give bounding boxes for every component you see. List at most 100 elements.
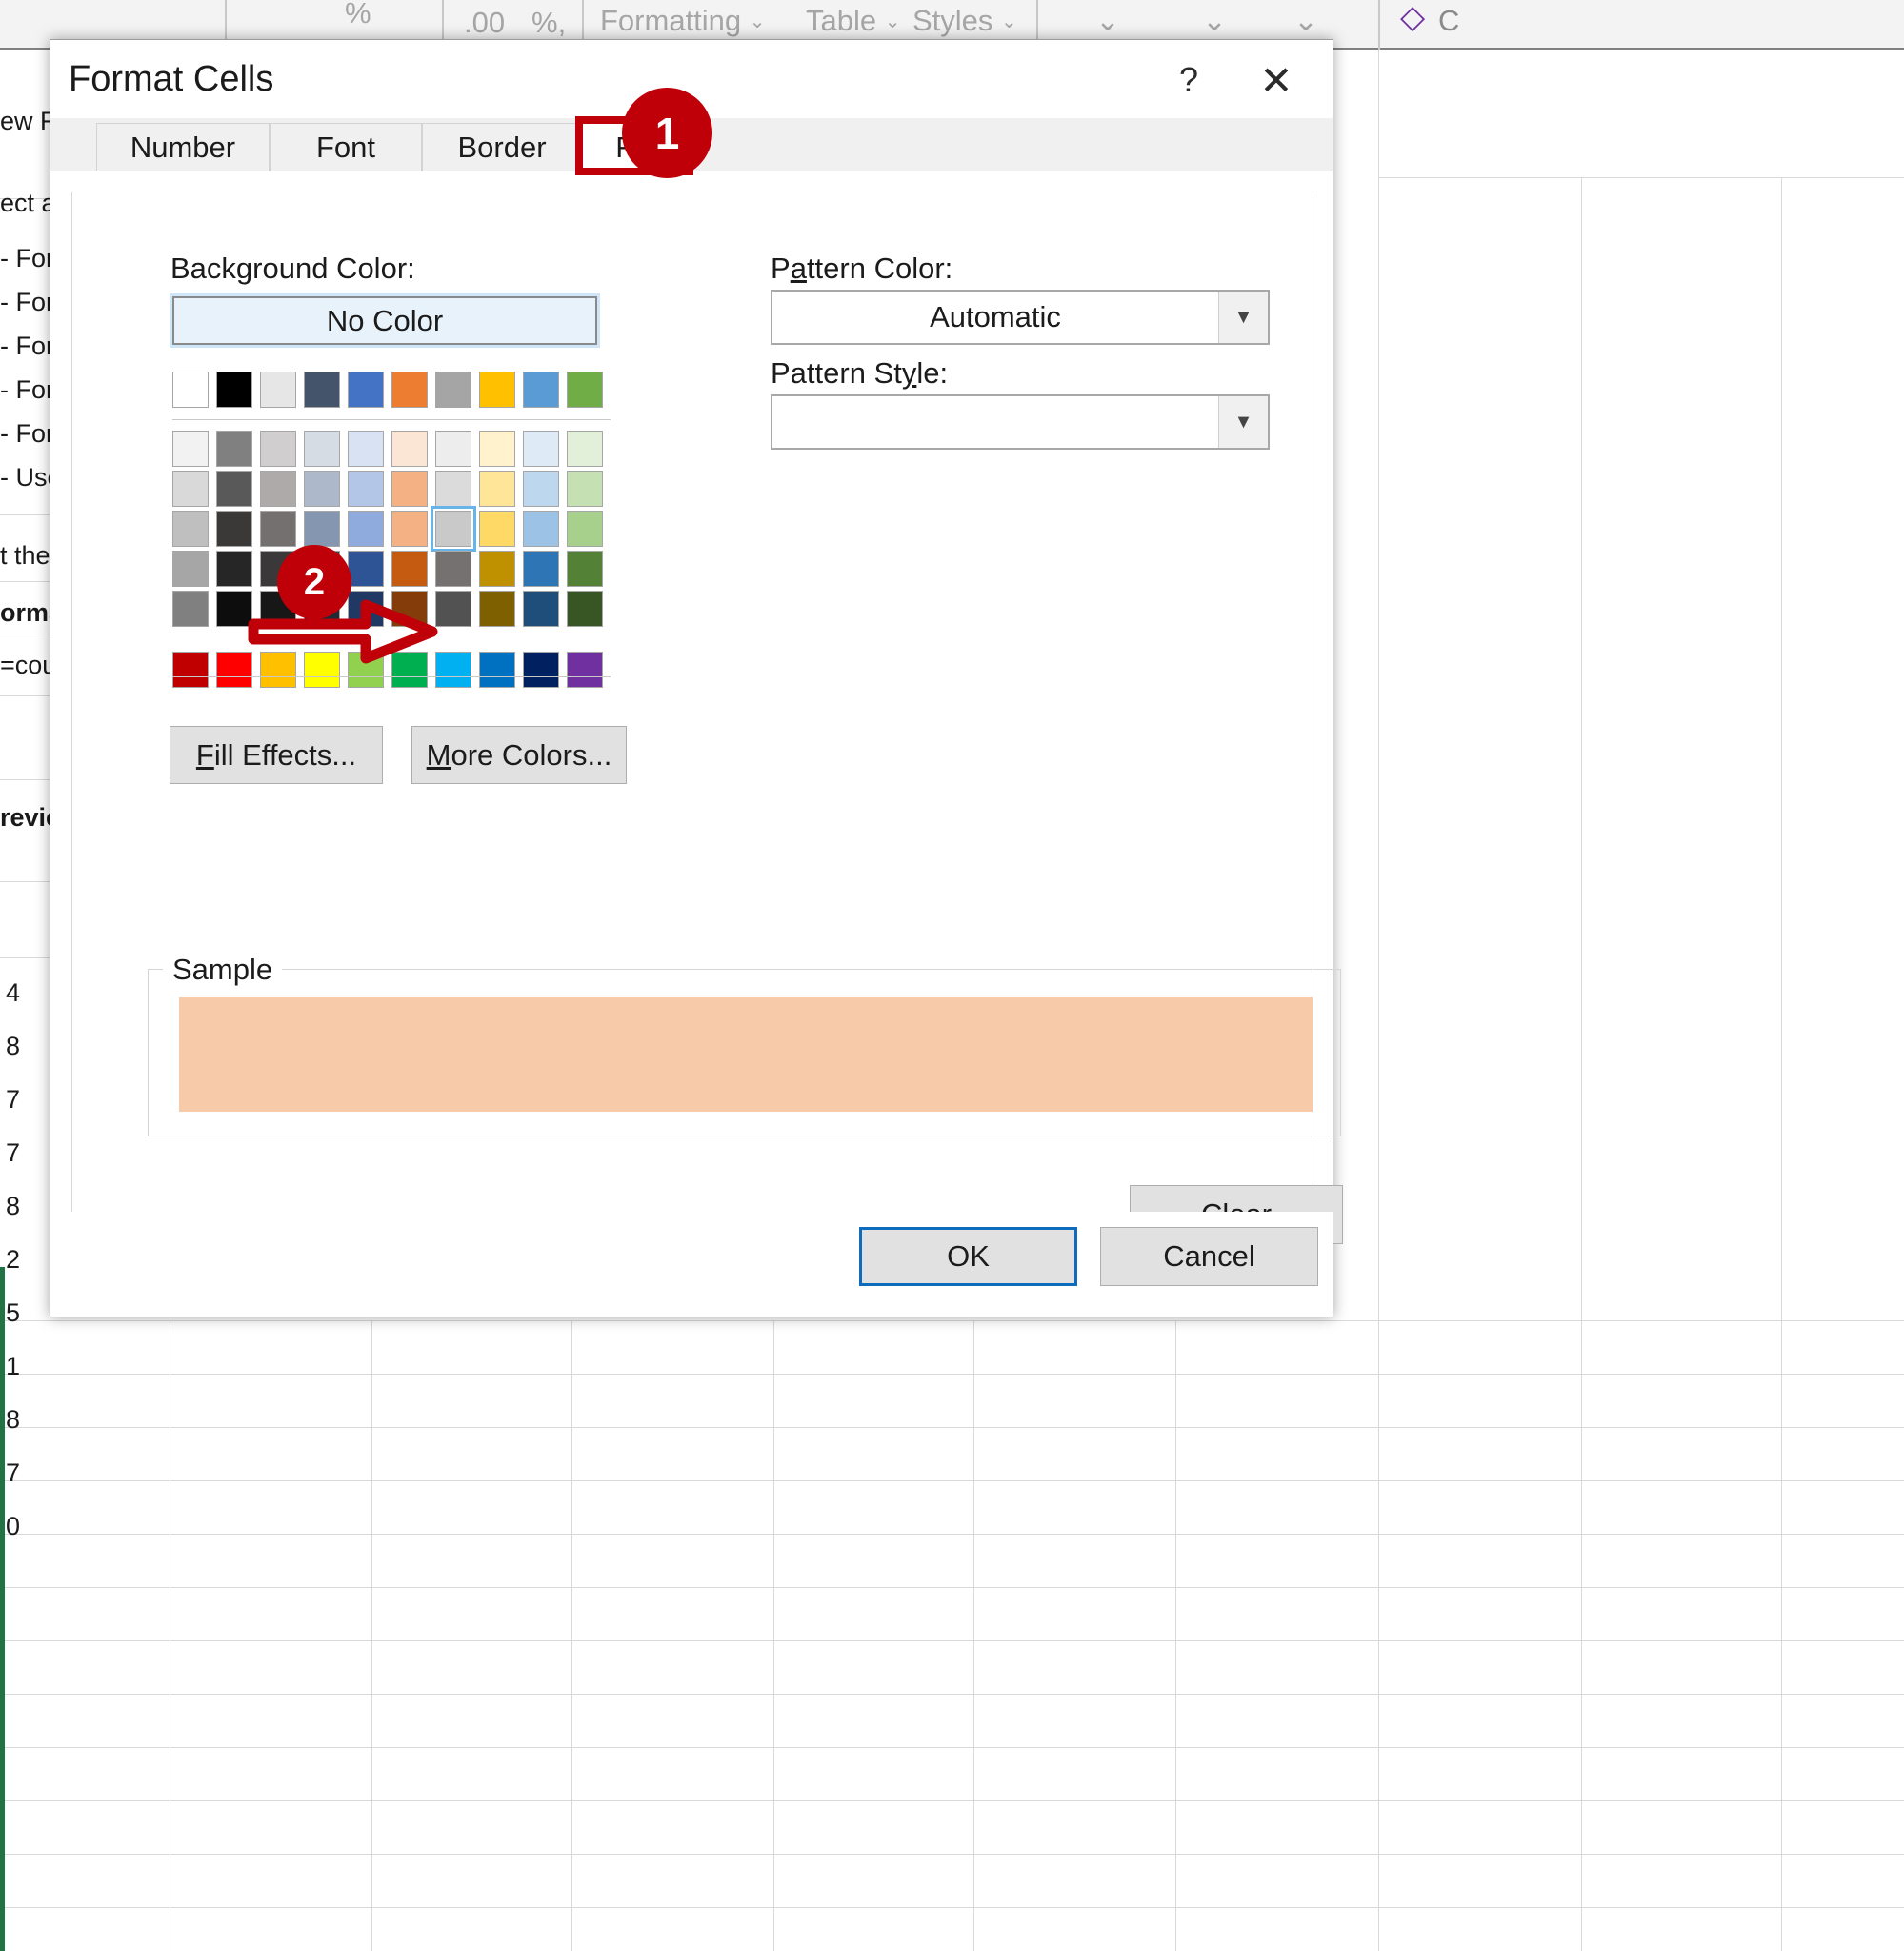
color-swatch[interactable] xyxy=(172,652,209,688)
color-swatch[interactable] xyxy=(523,551,559,587)
ribbon-item-styles[interactable]: Styles ⌄ xyxy=(912,4,1017,38)
color-swatch[interactable] xyxy=(567,551,603,587)
fill-effects-button[interactable]: Fill Effects... xyxy=(170,726,383,784)
cancel-button-label: Cancel xyxy=(1163,1239,1255,1274)
tab-number[interactable]: Number xyxy=(96,123,270,171)
tab-border-label: Border xyxy=(457,131,546,165)
color-swatch[interactable] xyxy=(479,372,515,408)
color-swatch[interactable] xyxy=(348,652,384,688)
color-swatch[interactable] xyxy=(567,471,603,507)
color-swatch[interactable] xyxy=(260,652,296,688)
diamond-icon[interactable]: ◇ xyxy=(1400,0,1425,36)
color-swatch[interactable] xyxy=(523,652,559,688)
color-swatch[interactable] xyxy=(260,471,296,507)
color-swatch[interactable] xyxy=(391,431,428,467)
color-swatch[interactable] xyxy=(260,372,296,408)
no-color-button[interactable]: No Color xyxy=(172,296,597,345)
color-swatch[interactable] xyxy=(172,431,209,467)
grid-line xyxy=(0,881,55,882)
color-swatch[interactable] xyxy=(523,372,559,408)
color-swatch[interactable] xyxy=(567,372,603,408)
color-swatch[interactable] xyxy=(216,511,252,547)
color-swatch[interactable] xyxy=(172,551,209,587)
grid-line xyxy=(0,1534,1904,1535)
color-swatch[interactable] xyxy=(216,591,252,627)
color-swatch[interactable] xyxy=(523,511,559,547)
close-icon[interactable]: ✕ xyxy=(1247,53,1306,107)
color-swatch[interactable] xyxy=(435,471,471,507)
no-color-button-label: No Color xyxy=(327,304,443,338)
color-swatch[interactable] xyxy=(435,591,471,627)
color-swatch[interactable] xyxy=(172,511,209,547)
color-swatch[interactable] xyxy=(348,372,384,408)
color-swatch[interactable] xyxy=(172,471,209,507)
ribbon-item-formatting[interactable]: Formatting ⌄ xyxy=(600,4,766,38)
tab-font[interactable]: Font xyxy=(270,123,422,171)
color-swatch[interactable] xyxy=(216,471,252,507)
color-swatch[interactable] xyxy=(567,591,603,627)
row-number: 2 xyxy=(6,1245,20,1275)
color-swatch[interactable] xyxy=(348,471,384,507)
color-swatch[interactable] xyxy=(172,591,209,627)
color-swatch[interactable] xyxy=(260,431,296,467)
chevron-down-icon[interactable]: ⌄ xyxy=(1095,4,1120,38)
color-swatch[interactable] xyxy=(348,431,384,467)
row-number: 5 xyxy=(6,1298,20,1328)
bg-text-fragment: - For xyxy=(0,288,54,317)
color-swatch[interactable] xyxy=(435,431,471,467)
color-swatch[interactable] xyxy=(216,652,252,688)
color-swatch[interactable] xyxy=(304,511,340,547)
color-swatch[interactable] xyxy=(479,652,515,688)
color-swatch[interactable] xyxy=(479,471,515,507)
grid-line xyxy=(0,695,55,696)
color-swatch[interactable] xyxy=(567,511,603,547)
color-swatch[interactable] xyxy=(479,511,515,547)
color-swatch[interactable] xyxy=(216,372,252,408)
grid-line xyxy=(0,779,55,780)
color-swatch[interactable] xyxy=(304,372,340,408)
chevron-down-icon[interactable]: ▼ xyxy=(1218,292,1268,343)
chevron-down-icon[interactable]: ⌄ xyxy=(1293,4,1318,38)
color-swatch[interactable] xyxy=(391,511,428,547)
color-swatch[interactable] xyxy=(391,471,428,507)
color-swatch[interactable] xyxy=(348,591,384,627)
color-swatch[interactable] xyxy=(567,652,603,688)
bg-text-fragment: - For xyxy=(0,332,54,361)
pattern-style-combo[interactable]: ▼ xyxy=(771,394,1270,450)
color-swatch-selected[interactable] xyxy=(435,511,471,547)
help-icon[interactable]: ? xyxy=(1159,53,1218,107)
color-swatch[interactable] xyxy=(523,591,559,627)
bg-text-fragment: ect a xyxy=(0,189,56,218)
color-swatch[interactable] xyxy=(391,652,428,688)
color-swatch[interactable] xyxy=(172,372,209,408)
color-swatch[interactable] xyxy=(567,431,603,467)
color-swatch[interactable] xyxy=(391,551,428,587)
color-swatch[interactable] xyxy=(304,471,340,507)
color-swatch[interactable] xyxy=(435,551,471,587)
more-colors-button[interactable]: More Colors... xyxy=(411,726,627,784)
color-swatch[interactable] xyxy=(348,551,384,587)
color-swatch[interactable] xyxy=(479,551,515,587)
color-swatch[interactable] xyxy=(391,372,428,408)
color-swatch[interactable] xyxy=(260,511,296,547)
tab-border[interactable]: Border xyxy=(422,123,582,171)
color-swatch[interactable] xyxy=(216,551,252,587)
color-swatch[interactable] xyxy=(479,591,515,627)
ribbon-item-table[interactable]: Table ⌄ xyxy=(806,4,901,38)
color-swatch[interactable] xyxy=(523,471,559,507)
color-swatch[interactable] xyxy=(523,431,559,467)
color-swatch[interactable] xyxy=(479,431,515,467)
color-swatch[interactable] xyxy=(304,431,340,467)
color-swatch[interactable] xyxy=(391,591,428,627)
selection-indicator xyxy=(0,1267,5,1951)
cancel-button[interactable]: Cancel xyxy=(1100,1227,1318,1286)
color-swatch[interactable] xyxy=(216,431,252,467)
pattern-color-combo[interactable]: Automatic ▼ xyxy=(771,290,1270,345)
ok-button[interactable]: OK xyxy=(859,1227,1077,1286)
color-swatch[interactable] xyxy=(304,652,340,688)
chevron-down-icon[interactable]: ⌄ xyxy=(1202,4,1227,38)
color-swatch[interactable] xyxy=(435,372,471,408)
color-swatch[interactable] xyxy=(348,511,384,547)
chevron-down-icon[interactable]: ▼ xyxy=(1218,396,1268,448)
color-swatch[interactable] xyxy=(435,652,471,688)
